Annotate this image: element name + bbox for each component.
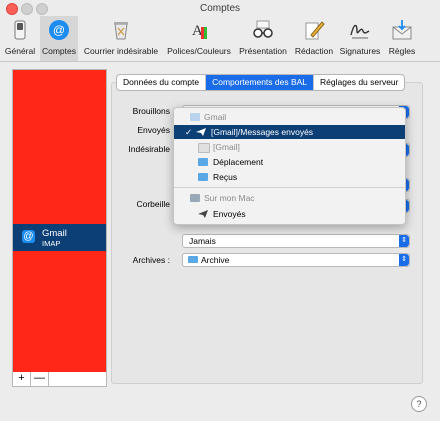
toolbar-junk[interactable]: Courrier indésirable: [80, 16, 162, 61]
toolbar-signatures[interactable]: Signatures: [337, 16, 383, 61]
archive-value: Archive: [201, 255, 230, 265]
toolbar-general[interactable]: Général: [2, 16, 38, 61]
menu-item-recus[interactable]: Reçus: [174, 170, 405, 184]
trash-label: Corbeille: [136, 199, 170, 209]
toolbar-signatures-label: Signatures: [339, 46, 381, 56]
menu-section-on-my-mac: Sur mon Mac: [174, 191, 405, 205]
toolbar-rules-label: Règles: [388, 46, 416, 56]
trash-erase-popup[interactable]: Jamais ⇕: [182, 234, 410, 248]
preferences-toolbar: Général @ Comptes Courrier indésirable A…: [0, 16, 440, 62]
checkmark-icon: ✓: [185, 127, 193, 137]
menu-item-gmail-root: [Gmail]: [174, 140, 405, 154]
account-item-gmail[interactable]: @ Gmail IMAP: [13, 224, 106, 251]
menu-item-mac-sent[interactable]: Envoyés: [174, 207, 405, 221]
accounts-list[interactable]: @ Gmail IMAP: [12, 69, 107, 373]
drafts-label: Brouillons: [132, 106, 170, 116]
menu-separator: [174, 187, 405, 188]
mailbox-icon: [190, 113, 200, 121]
at-icon: @: [22, 230, 35, 243]
chevron-updown-icon: ⇕: [399, 235, 409, 247]
chevron-updown-icon: ⇕: [399, 254, 409, 266]
folder-icon: [198, 158, 208, 166]
folder-icon: [198, 173, 208, 181]
tab-account-info[interactable]: Données du compte: [117, 75, 207, 90]
junk-label: Indésirable: [128, 144, 170, 154]
tab-server-settings[interactable]: Réglages du serveur: [314, 75, 404, 90]
sent-label: Envoyés: [137, 125, 170, 135]
account-tabs: Données du compte Comportements des BAL …: [116, 74, 406, 91]
toolbar-fonts[interactable]: A Polices/Couleurs: [164, 16, 234, 61]
toolbar-junk-label: Courrier indésirable: [83, 46, 159, 56]
toolbar-composing[interactable]: Rédaction: [292, 16, 336, 61]
folder-icon: [188, 256, 198, 263]
folder-icon: [198, 143, 210, 153]
toolbar-general-label: Général: [4, 46, 36, 56]
add-account-button[interactable]: +: [13, 372, 31, 386]
archive-mailbox-popup[interactable]: Archive ⇕: [182, 253, 410, 267]
svg-text:@: @: [53, 23, 65, 37]
toolbar-accounts[interactable]: @ Comptes: [40, 16, 78, 61]
help-button[interactable]: ?: [411, 396, 427, 412]
archive-label: Archives :: [132, 255, 170, 265]
trash-erase-value: Jamais: [189, 236, 216, 246]
glasses-icon: [253, 20, 273, 38]
menu-item-deplacement[interactable]: Déplacement: [174, 155, 405, 169]
rules-envelope-icon: [392, 20, 412, 40]
menu-item-gmail-sent[interactable]: ✓ [Gmail]/Messages envoyés: [174, 125, 405, 139]
account-type: IMAP: [42, 239, 61, 248]
toolbar-viewing-label: Présentation: [239, 46, 287, 56]
trash-junk-icon: [114, 22, 128, 40]
switch-icon: [14, 20, 26, 40]
preferences-window: Comptes Général @ Comptes Courrier indés…: [0, 0, 440, 421]
toolbar-accounts-label: Comptes: [41, 46, 76, 56]
window-title: Comptes: [199, 3, 240, 14]
menu-section-gmail: Gmail: [174, 110, 405, 124]
toolbar-composing-label: Rédaction: [294, 46, 334, 56]
paper-plane-icon: [196, 128, 206, 136]
paper-plane-icon: [198, 210, 208, 218]
computer-icon: [190, 194, 200, 202]
account-list-buttons: + —: [12, 372, 107, 387]
toolbar-fonts-label: Polices/Couleurs: [167, 46, 231, 56]
pen-paper-icon: [305, 21, 325, 40]
at-icon: @: [49, 20, 69, 40]
signature-icon: [350, 24, 370, 39]
toolbar-viewing[interactable]: Présentation: [236, 16, 290, 61]
sent-mailbox-menu: Gmail ✓ [Gmail]/Messages envoyés [Gmail]…: [173, 107, 406, 225]
tab-mailbox-behaviors[interactable]: Comportements des BAL: [206, 75, 315, 90]
fonts-colors-icon: A: [192, 23, 207, 39]
account-name: Gmail: [42, 228, 67, 239]
remove-account-button[interactable]: —: [31, 372, 49, 386]
title-bar: Comptes: [0, 0, 440, 16]
toolbar-rules[interactable]: Règles: [385, 16, 419, 61]
